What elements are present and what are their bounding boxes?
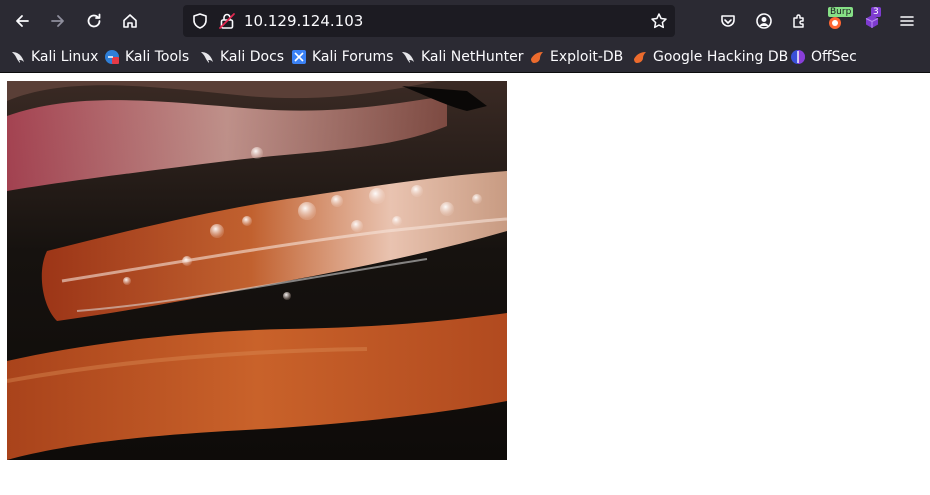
kali-tools-icon xyxy=(105,50,119,64)
puzzle-piece-icon xyxy=(793,14,804,28)
bookmark-kali-nethunter[interactable]: Kali NetHunter xyxy=(400,47,523,67)
url-bar[interactable]: 10.129.124.103 xyxy=(183,5,675,37)
reload-button[interactable] xyxy=(78,5,110,37)
arrow-right-icon xyxy=(51,15,64,27)
kali-dragon-icon xyxy=(201,52,213,63)
exploit-db-icon xyxy=(634,52,646,63)
navigation-toolbar: 10.129.124.103 Burp 3 xyxy=(0,0,930,42)
pocket-button[interactable] xyxy=(712,5,744,37)
bookmark-kali-linux[interactable]: Kali Linux xyxy=(10,47,98,67)
kali-dragon-icon xyxy=(12,52,24,63)
page-content xyxy=(0,73,930,495)
kali-forums-icon xyxy=(292,50,306,64)
bookmark-kali-forums[interactable]: Kali Forums xyxy=(291,47,393,67)
account-button[interactable] xyxy=(748,5,780,37)
purple-extension-button[interactable]: 3 xyxy=(856,5,888,37)
reload-icon xyxy=(87,13,101,28)
browser-chrome: 10.129.124.103 Burp 3 Kali Linux Kali To… xyxy=(0,0,930,74)
bacon-image xyxy=(7,81,507,460)
burp-extension-button[interactable]: Burp xyxy=(819,5,854,37)
shield-icon[interactable] xyxy=(191,12,209,30)
kali-dragon-icon xyxy=(402,52,414,63)
back-button[interactable] xyxy=(6,5,38,37)
star-icon[interactable] xyxy=(650,12,668,30)
pocket-icon xyxy=(721,15,735,27)
forward-button[interactable] xyxy=(42,5,74,37)
account-icon xyxy=(756,13,772,29)
exploit-db-icon xyxy=(531,52,543,63)
home-icon xyxy=(123,14,137,28)
offsec-icon xyxy=(791,50,805,64)
menu-button[interactable] xyxy=(891,5,923,37)
bookmark-exploit-db[interactable]: Exploit-DB xyxy=(529,47,623,67)
bookmark-kali-tools[interactable]: Kali Tools xyxy=(104,47,189,67)
hamburger-menu-icon xyxy=(900,16,914,26)
bacon-frying-picture xyxy=(7,81,507,460)
bookmarks-toolbar: Kali Linux Kali Tools Kali Docs Kali For… xyxy=(0,42,930,72)
url-text[interactable]: 10.129.124.103 xyxy=(244,12,363,30)
home-button[interactable] xyxy=(114,5,146,37)
burp-badge: Burp xyxy=(828,7,854,17)
bookmark-offsec[interactable]: OffSec xyxy=(790,47,857,67)
notification-count-badge: 3 xyxy=(871,7,881,17)
bookmark-kali-docs[interactable]: Kali Docs xyxy=(199,47,284,67)
extensions-button[interactable] xyxy=(783,5,815,37)
insecure-lock-icon[interactable] xyxy=(218,12,236,30)
bookmark-google-hacking-db[interactable]: Google Hacking DB xyxy=(632,47,788,67)
arrow-left-icon xyxy=(16,15,29,27)
